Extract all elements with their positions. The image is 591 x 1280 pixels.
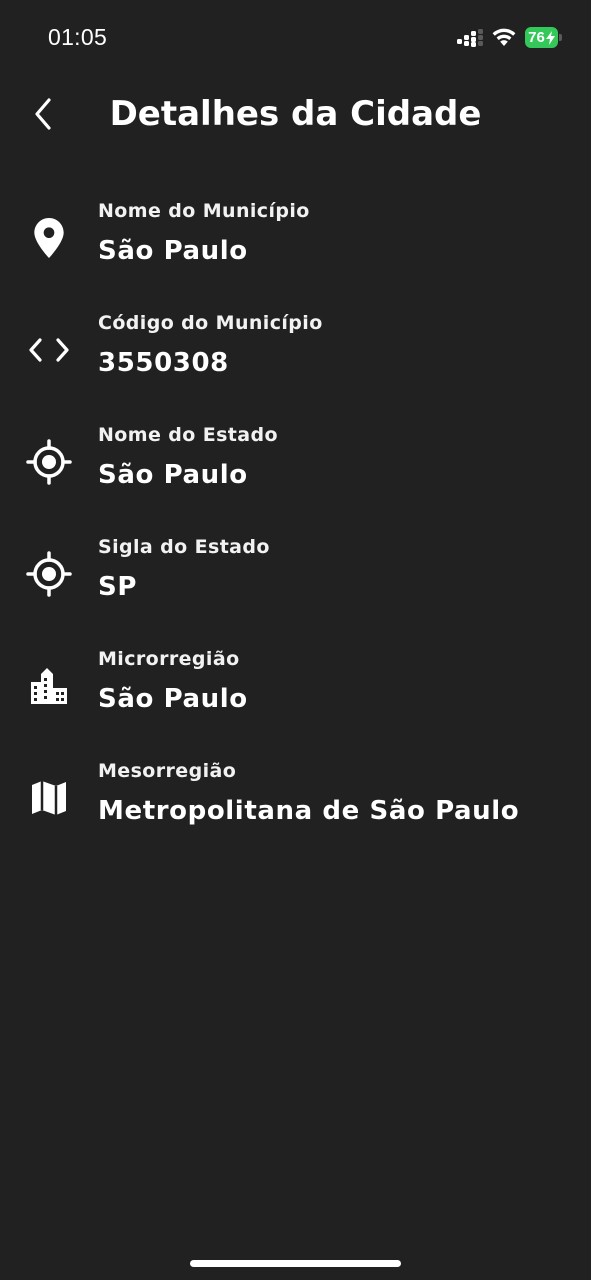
- crosshair-icon: [24, 439, 74, 485]
- buildings-icon: [24, 664, 74, 708]
- detail-item-codigo-municipio: Código do Município 3550308: [0, 304, 591, 404]
- detail-label: Microrregião: [98, 648, 240, 670]
- detail-item-nome-estado: Nome do Estado São Paulo: [0, 416, 591, 516]
- wifi-icon: [492, 28, 516, 46]
- detail-value: São Paulo: [98, 460, 248, 490]
- detail-item-nome-municipio: Nome do Município São Paulo: [0, 192, 591, 292]
- battery-cap: [559, 34, 562, 41]
- detail-value: São Paulo: [98, 236, 248, 266]
- detail-label: Nome do Município: [98, 200, 310, 222]
- detail-item-sigla-estado: Sigla do Estado SP: [0, 528, 591, 628]
- signal-icon: [457, 29, 483, 47]
- page-title: Detalhes da Cidade: [109, 94, 482, 134]
- battery-charging-icon: 76: [525, 27, 562, 48]
- battery-level: 76: [525, 27, 558, 48]
- location-pin-icon: [24, 216, 74, 260]
- detail-label: Mesorregião: [98, 760, 237, 782]
- crosshair-icon: [24, 551, 74, 597]
- detail-item-microrregiao: Microrregião São Paulo: [0, 640, 591, 740]
- detail-value: Metropolitana de São Paulo: [98, 796, 520, 826]
- map-icon: [24, 776, 74, 820]
- bolt-icon: [545, 30, 555, 45]
- detail-label: Nome do Estado: [98, 424, 278, 446]
- code-brackets-icon: [24, 328, 74, 372]
- detail-value: SP: [98, 572, 137, 602]
- detail-value: São Paulo: [98, 684, 248, 714]
- detail-label: Código do Município: [98, 312, 323, 334]
- status-time: 01:05: [48, 24, 108, 50]
- header: Detalhes da Cidade: [0, 80, 591, 150]
- detail-item-mesorregiao: Mesorregião Metropolitana de São Paulo: [0, 752, 591, 852]
- battery-level-text: 76: [528, 29, 545, 46]
- status-bar: 01:05 76: [0, 0, 591, 76]
- home-indicator[interactable]: [190, 1260, 401, 1267]
- detail-value: 3550308: [98, 348, 229, 378]
- detail-label: Sigla do Estado: [98, 536, 270, 558]
